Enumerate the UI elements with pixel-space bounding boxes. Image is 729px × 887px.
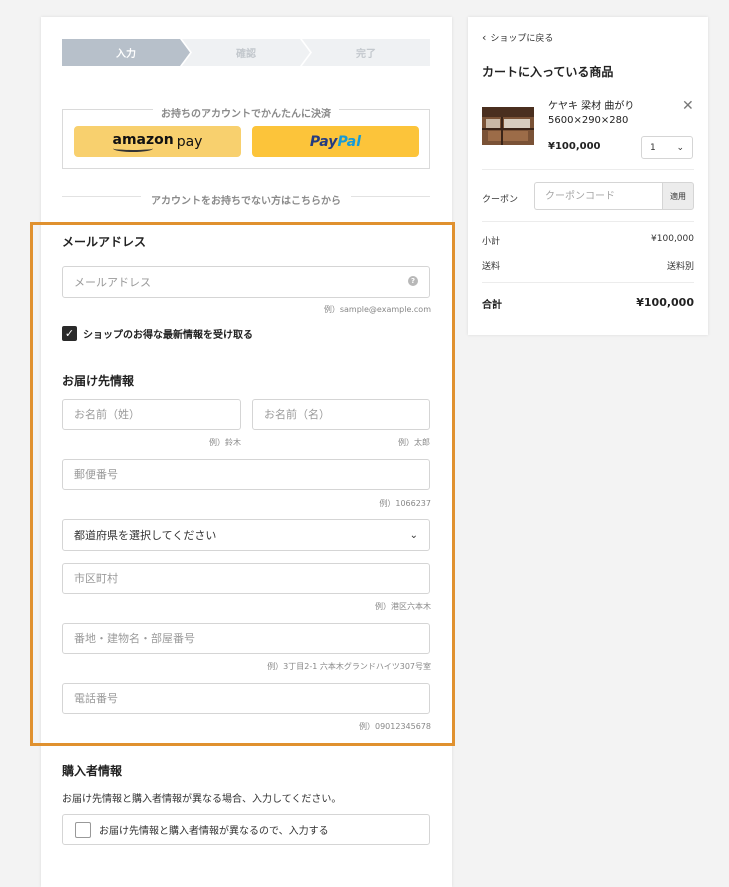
email-hint: 例）sample@example.com — [323, 305, 431, 314]
last-name-hint: 例）鈴木 — [209, 438, 241, 447]
back-to-shop-label: ショップに戻る — [490, 34, 554, 44]
help-icon[interactable]: ? — [408, 276, 418, 286]
last-name-input[interactable] — [62, 399, 241, 430]
city-input[interactable] — [62, 563, 430, 594]
close-icon[interactable]: ✕ — [682, 98, 694, 114]
paypal-logo-part2: Pal — [337, 133, 362, 150]
account-payment-title: お持ちのアカウントでかんたんに決済 — [153, 109, 339, 120]
newsletter-checkbox[interactable]: ✓ — [62, 326, 77, 341]
purchaser-section-title: 購入者情報 — [62, 764, 123, 778]
back-to-shop-link[interactable]: ‹ ショップに戻る — [482, 31, 553, 44]
step-confirm: 確認 — [182, 39, 310, 66]
chevron-left-icon: ‹ — [482, 31, 487, 44]
address-input[interactable] — [62, 623, 430, 654]
first-name-input[interactable] — [252, 399, 430, 430]
postal-code-input[interactable] — [62, 459, 430, 490]
step-input: 入力 — [62, 39, 190, 66]
email-input[interactable] — [62, 266, 430, 298]
amazon-pay-text: pay — [176, 133, 203, 150]
shipping-fee-label: 送料 — [482, 262, 501, 272]
progress-steps: 入力 確認 完了 — [62, 39, 430, 66]
purchaser-different-label: お届け先情報と購入者情報が異なるので、入力する — [99, 826, 329, 837]
quantity-select[interactable]: 1 ⌄ — [641, 136, 693, 159]
prefecture-selected-value: 都道府県を選択してください — [74, 529, 217, 542]
amazon-smile-icon — [112, 145, 153, 152]
paypal-logo-part1: Pay — [309, 133, 338, 150]
newsletter-checkbox-row[interactable]: ✓ ショップのお得な最新情報を受け取る — [62, 326, 253, 341]
no-account-text: アカウントをお持ちでない方はこちらから — [141, 196, 351, 207]
newsletter-label: ショップのお得な最新情報を受け取る — [83, 330, 253, 341]
coupon-apply-button[interactable]: 適用 — [662, 182, 694, 210]
purchaser-different-checkbox[interactable] — [75, 821, 91, 838]
divider — [482, 221, 694, 222]
account-payment-box: お持ちのアカウントでかんたんに決済 amazon pay Pay Pal — [62, 109, 430, 169]
product-name: ケヤキ 梁材 曲がり 5600×290×280 — [548, 101, 635, 126]
product-price: ¥100,000 — [548, 141, 601, 152]
cart-summary-card: ‹ ショップに戻る カートに入っている商品 ケヤキ 梁材 曲がり 5600×29… — [468, 17, 708, 335]
city-hint: 例）港区六本木 — [375, 602, 431, 611]
no-account-divider: アカウントをお持ちでない方はこちらから — [62, 189, 430, 207]
total-value: ¥100,000 — [636, 296, 694, 309]
purchaser-different-checkbox-row[interactable]: お届け先情報と購入者情報が異なるので、入力する — [62, 814, 430, 845]
chevron-down-icon: ⌄ — [676, 142, 684, 153]
first-name-hint: 例）太郎 — [398, 438, 430, 447]
shipping-section-title: お届け先情報 — [62, 374, 135, 388]
phone-input[interactable] — [62, 683, 430, 714]
paypal-button[interactable]: Pay Pal — [252, 126, 419, 157]
postal-code-hint: 例）1066237 — [379, 499, 431, 508]
product-thumbnail[interactable] — [482, 107, 534, 145]
amazon-pay-button[interactable]: amazon pay — [74, 126, 241, 157]
chevron-down-icon: ⌄ — [409, 529, 418, 541]
total-label: 合計 — [482, 300, 502, 311]
phone-hint: 例）09012345678 — [359, 722, 431, 731]
address-hint: 例）3丁目2-1 六本木グランドハイツ307号室 — [267, 662, 431, 671]
step-complete: 完了 — [302, 39, 430, 66]
email-section-title: メールアドレス — [62, 235, 147, 249]
subtotal-label: 小計 — [482, 237, 501, 247]
cart-title: カートに入っている商品 — [482, 65, 614, 79]
subtotal-value: ¥100,000 — [651, 234, 694, 244]
coupon-input[interactable] — [534, 182, 662, 210]
quantity-value: 1 — [650, 142, 656, 153]
divider — [482, 282, 694, 283]
shipping-fee-value: 送料別 — [666, 262, 694, 272]
purchaser-description: お届け先情報と購入者情報が異なる場合、入力してください。 — [62, 794, 342, 805]
prefecture-select[interactable]: 都道府県を選択してください ⌄ — [62, 519, 430, 551]
checkout-form-card: 入力 確認 完了 お持ちのアカウントでかんたんに決済 amazon pay Pa… — [41, 17, 452, 887]
coupon-label: クーポン — [482, 195, 519, 205]
divider — [482, 169, 694, 170]
